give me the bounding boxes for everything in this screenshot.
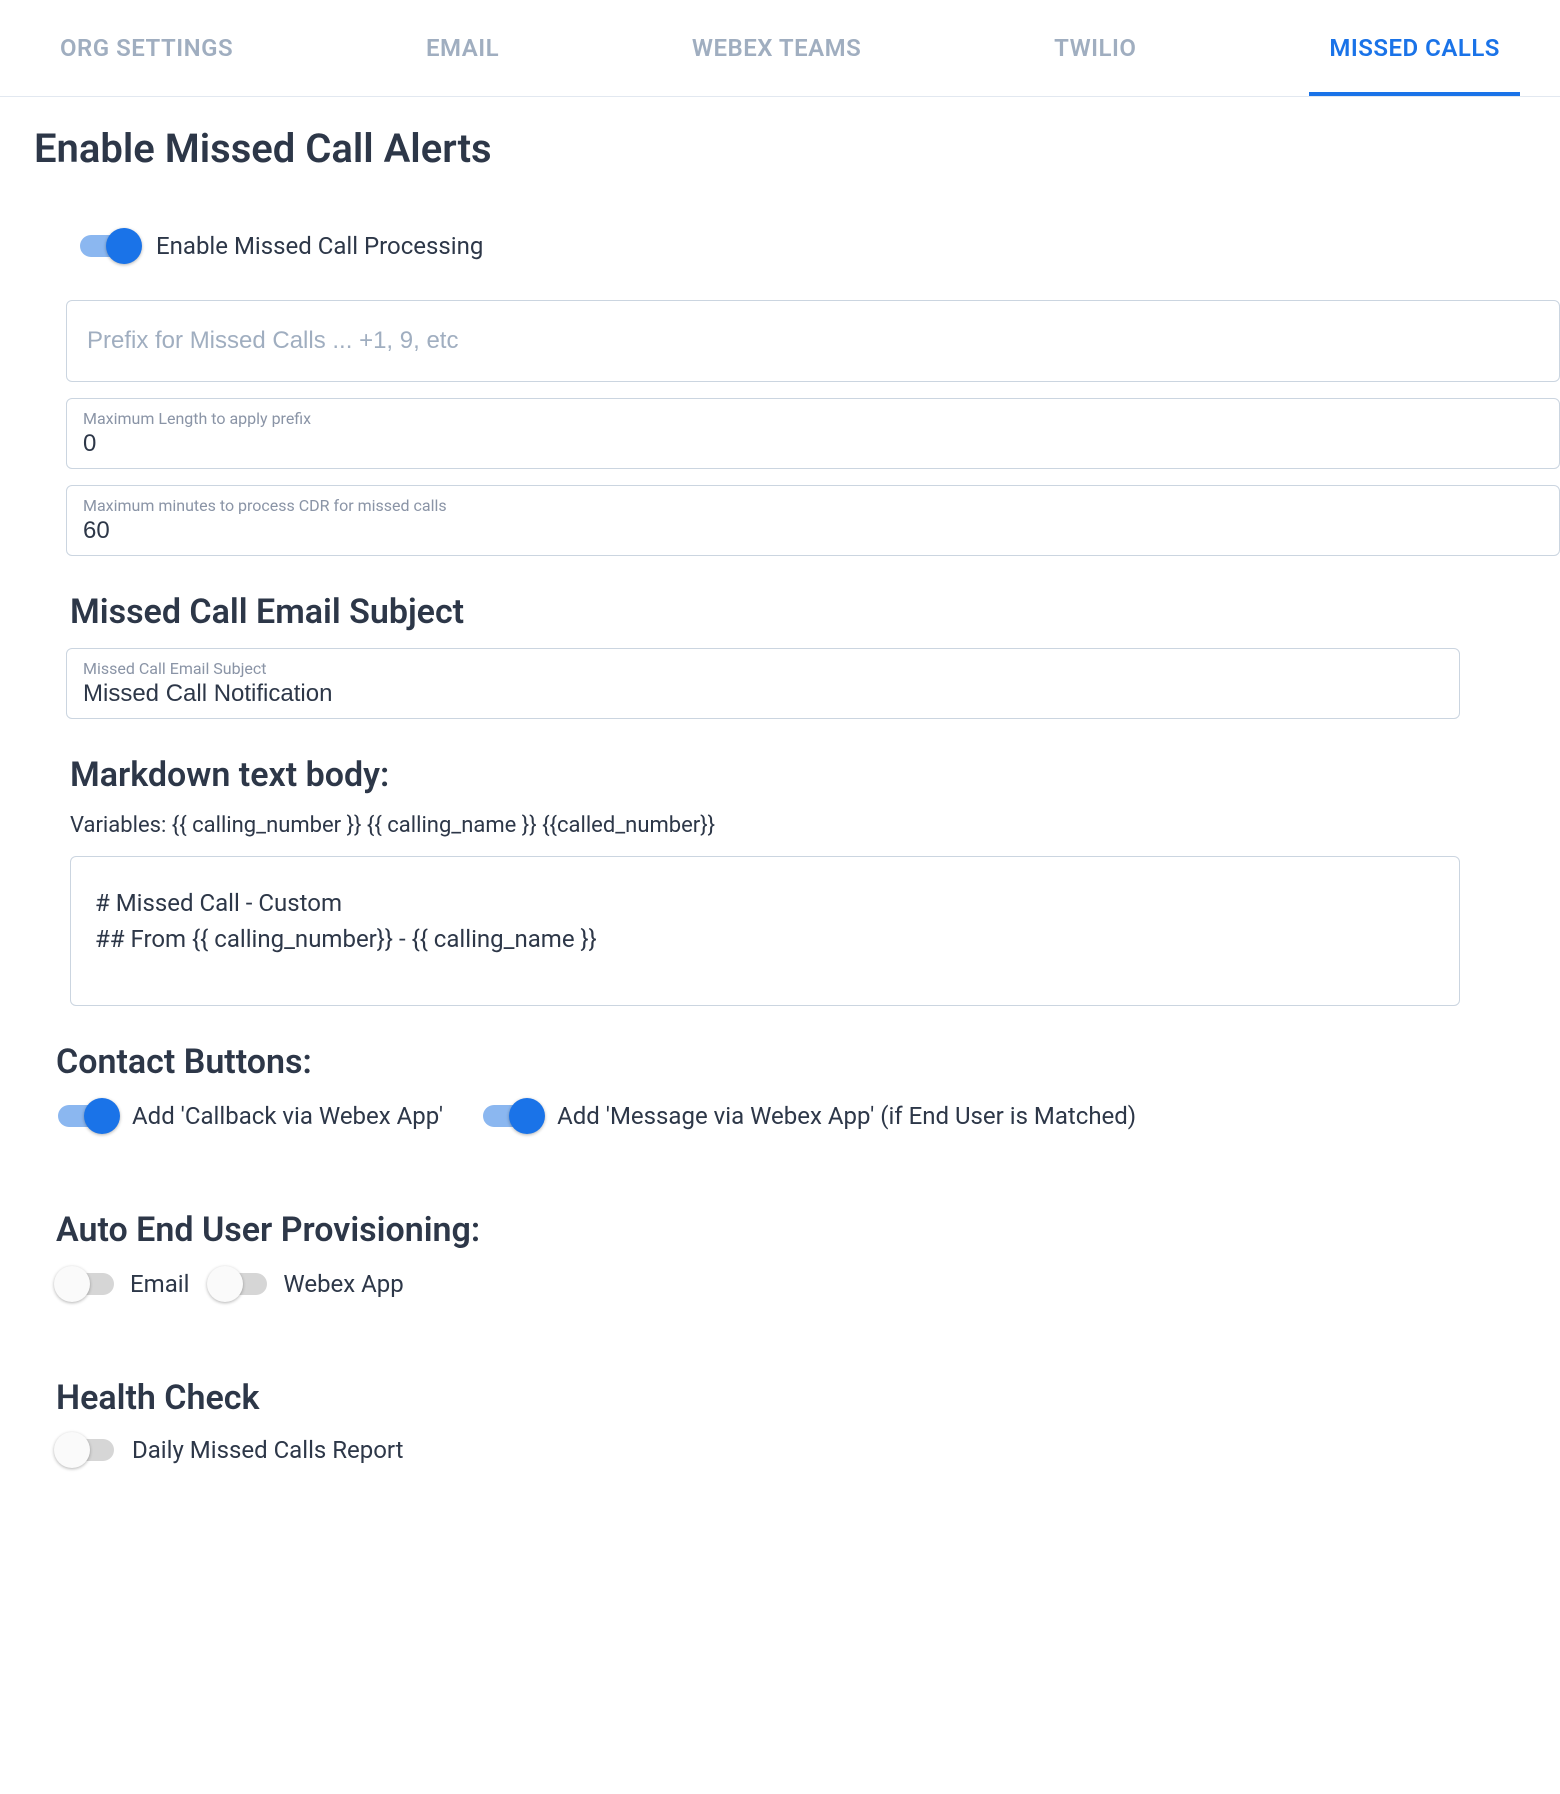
contact-buttons-row: Add 'Callback via Webex App' Add 'Messag… — [58, 1102, 1560, 1130]
daily-report-toggle[interactable] — [58, 1439, 114, 1461]
tab-twilio[interactable]: TWILIO — [1034, 0, 1156, 96]
tab-email[interactable]: EMAIL — [406, 0, 519, 96]
toggle-knob-icon — [207, 1266, 243, 1302]
markdown-body-textarea[interactable]: # Missed Call - Custom ## From {{ callin… — [95, 885, 1435, 957]
prefix-input[interactable] — [87, 327, 1539, 355]
health-check-row: Daily Missed Calls Report — [58, 1436, 1560, 1464]
max-minutes-input[interactable] — [83, 517, 1543, 545]
daily-report-label: Daily Missed Calls Report — [132, 1436, 404, 1464]
max-length-field[interactable]: Maximum Length to apply prefix — [66, 398, 1560, 469]
tab-webex-teams[interactable]: WEBEX TEAMS — [672, 0, 881, 96]
toggle-knob-icon — [54, 1432, 90, 1468]
page-title: Enable Missed Call Alerts — [34, 125, 1560, 172]
toggle-knob-icon — [509, 1098, 545, 1134]
max-minutes-label: Maximum minutes to process CDR for misse… — [83, 496, 1543, 515]
callback-item: Add 'Callback via Webex App' — [58, 1102, 443, 1130]
provision-webex-item: Webex App — [211, 1270, 403, 1298]
markdown-heading: Markdown text body: — [70, 755, 1560, 795]
variables-hint: Variables: {{ calling_number }} {{ calli… — [70, 813, 1560, 838]
email-subject-label: Missed Call Email Subject — [83, 659, 1443, 678]
tab-missed-calls[interactable]: MISSED CALLS — [1309, 0, 1520, 96]
max-minutes-field[interactable]: Maximum minutes to process CDR for misse… — [66, 485, 1560, 556]
provisioning-row: Email Webex App — [58, 1270, 1560, 1298]
message-label: Add 'Message via Webex App' (if End User… — [557, 1102, 1136, 1130]
settings-page: ORG SETTINGS EMAIL WEBEX TEAMS TWILIO MI… — [0, 0, 1560, 1794]
max-length-input[interactable] — [83, 430, 1543, 458]
auto-provisioning-heading: Auto End User Provisioning: — [56, 1210, 1560, 1250]
tab-org-settings[interactable]: ORG SETTINGS — [40, 0, 253, 96]
health-check-heading: Health Check — [56, 1378, 1560, 1418]
contact-buttons-heading: Contact Buttons: — [56, 1042, 1560, 1082]
callback-label: Add 'Callback via Webex App' — [132, 1102, 443, 1130]
provision-email-item: Email — [58, 1270, 189, 1298]
email-subject-heading: Missed Call Email Subject — [70, 592, 1560, 632]
callback-toggle[interactable] — [58, 1105, 114, 1127]
provision-webex-toggle[interactable] — [211, 1273, 267, 1295]
provision-webex-label: Webex App — [283, 1270, 403, 1298]
toggle-knob-icon — [54, 1266, 90, 1302]
email-subject-input[interactable] — [83, 680, 1443, 708]
provision-email-label: Email — [130, 1270, 189, 1298]
markdown-body-field[interactable]: # Missed Call - Custom ## From {{ callin… — [70, 856, 1460, 1006]
prefix-field[interactable] — [66, 300, 1560, 382]
enable-processing-label: Enable Missed Call Processing — [156, 232, 483, 260]
provision-email-toggle[interactable] — [58, 1273, 114, 1295]
toggle-knob-icon — [106, 228, 142, 264]
email-subject-field[interactable]: Missed Call Email Subject — [66, 648, 1460, 719]
message-toggle[interactable] — [483, 1105, 539, 1127]
max-length-label: Maximum Length to apply prefix — [83, 409, 1543, 428]
toggle-knob-icon — [84, 1098, 120, 1134]
enable-processing-row: Enable Missed Call Processing — [80, 232, 1560, 260]
message-item: Add 'Message via Webex App' (if End User… — [483, 1102, 1136, 1130]
enable-processing-toggle[interactable] — [80, 235, 136, 257]
tabs-bar: ORG SETTINGS EMAIL WEBEX TEAMS TWILIO MI… — [0, 0, 1560, 97]
